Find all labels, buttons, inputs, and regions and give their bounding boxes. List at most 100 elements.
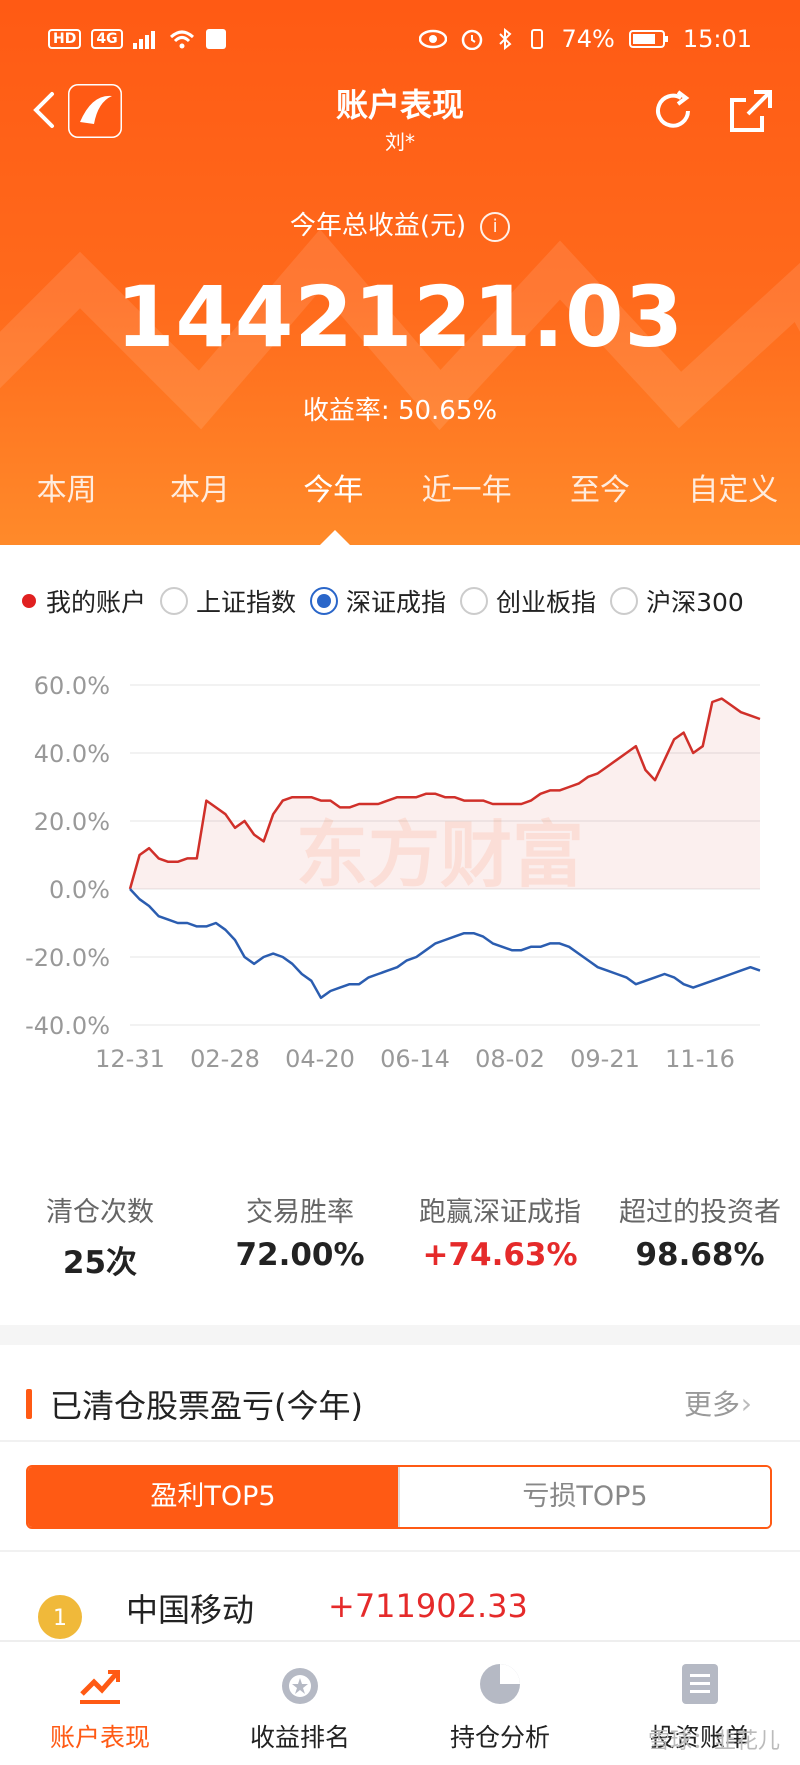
legend-szse[interactable]: 深证成指 — [310, 583, 446, 619]
document-icon — [682, 1664, 718, 1704]
more-link[interactable]: 更多 — [684, 1383, 740, 1423]
nav-profit-ranking[interactable]: 收益排名 — [200, 1642, 400, 1765]
x-tick-label: 08-02 — [475, 1045, 545, 1073]
radio-selected-icon[interactable] — [310, 587, 339, 615]
nav-account-performance[interactable]: 账户表现 — [0, 1642, 200, 1765]
legend-sse-label: 上证指数 — [196, 588, 297, 617]
stat-clearances: 清仓次数 25次 — [0, 1190, 200, 1282]
nav-label: 收益排名 — [249, 1723, 350, 1752]
top5-segmented-control: 盈利TOP5 亏损TOP5 — [26, 1465, 772, 1529]
radio-icon[interactable] — [460, 587, 489, 615]
list-item[interactable]: 1 中国移动 +711902.33 — [0, 1575, 800, 1645]
tab-last-year[interactable]: 近一年 — [400, 465, 533, 525]
x-tick-label: 11-16 — [665, 1045, 735, 1073]
stats-row: 清仓次数 25次 交易胜率 72.00% 跑赢深证成指 +74.63% 超过的投资者 9… — [0, 1190, 800, 1282]
legend-my-account: 我的账户 — [22, 583, 146, 619]
x-tick-label: 04-20 — [285, 1045, 355, 1073]
total-profit-label: 今年总收益(元) i — [0, 205, 800, 242]
tab-month[interactable]: 本月 — [133, 465, 266, 525]
tab-loss-top5[interactable]: 亏损TOP5 — [398, 1467, 770, 1527]
y-tick-label: 40.0% — [34, 740, 110, 768]
legend-csi300[interactable]: 沪深300 — [610, 583, 744, 619]
y-tick-label: 60.0% — [34, 672, 110, 700]
legend-csi300-label: 沪深300 — [646, 588, 744, 617]
battery-percent: 74% — [561, 25, 615, 53]
battery-icon — [628, 30, 668, 48]
y-tick-label: 0.0% — [49, 876, 110, 904]
tab-profit-top5[interactable]: 盈利TOP5 — [28, 1467, 398, 1527]
xueqiu-watermark: 雪球：韭花儿 — [647, 1729, 780, 1754]
active-tab-caret — [320, 530, 350, 545]
pie-chart-icon — [480, 1664, 520, 1704]
red-dot-icon — [22, 594, 36, 608]
x-tick-label: 09-21 — [570, 1045, 640, 1073]
nav-bar: 账户表现 刘* — [0, 72, 800, 154]
medal-icon — [282, 1668, 318, 1704]
divider — [0, 1440, 800, 1442]
bluetooth-icon — [499, 28, 512, 50]
refresh-icon[interactable] — [648, 86, 698, 136]
series-line — [129, 888, 761, 1000]
bottom-nav: 账户表现 收益排名 持仓分析 投资账单 雪球：韭花儿 — [0, 1640, 800, 1765]
divider — [0, 1550, 800, 1552]
total-profit-value: 1442121.03 — [116, 268, 684, 366]
tab-to-date[interactable]: 至今 — [533, 465, 666, 525]
total-profit-label-text: 今年总收益(元) — [289, 211, 467, 241]
return-line-chart: 60.0% 40.0% 20.0% 0.0% -20.0% -40.0% 12-31 02-2… — [25, 672, 761, 1073]
x-tick-label: 12-31 — [95, 1045, 165, 1073]
period-tabs: 本周 本月 今年 近一年 至今 自定义 — [0, 465, 800, 525]
wifi-icon — [169, 30, 194, 49]
header: HD 4G 74% 15:01 账户表现 刘* 今年总收益(元) i 144212… — [0, 0, 800, 545]
series-area-fill — [130, 698, 760, 889]
share-icon[interactable] — [726, 86, 776, 136]
network-icon: 4G — [91, 29, 123, 49]
medal-rank: 1 — [53, 1606, 67, 1631]
y-tick-label: -40.0% — [25, 1012, 110, 1040]
gold-medal-icon: 1 — [38, 1595, 82, 1639]
y-tick-label: 20.0% — [34, 808, 110, 836]
profit-rate-label: 收益率: — [302, 396, 390, 426]
tab-week[interactable]: 本周 — [0, 465, 133, 525]
nav-label: 账户表现 — [49, 1723, 150, 1752]
radio-icon[interactable] — [160, 587, 189, 615]
section-header: 已清仓股票盈亏(今年) 更多 › — [0, 1365, 800, 1435]
stat-value: +74.63% — [422, 1237, 578, 1273]
chevron-right-icon[interactable]: › — [741, 1387, 752, 1420]
vibrate-icon — [531, 29, 544, 49]
stat-label: 跑赢深证成指 — [419, 1197, 581, 1228]
stat-beat-investors: 超过的投资者 98.68% — [600, 1190, 800, 1282]
stat-outperform: 跑赢深证成指 +74.63% — [400, 1190, 600, 1282]
y-tick-label: -20.0% — [25, 944, 110, 972]
legend-chinext[interactable]: 创业板指 — [460, 583, 596, 619]
status-right: 74% 15:01 — [419, 25, 752, 53]
stat-value: 72.00% — [235, 1237, 365, 1273]
legend-sse[interactable]: 上证指数 — [160, 583, 296, 619]
chart-up-icon — [80, 1670, 120, 1704]
legend-chinext-label: 创业板指 — [496, 588, 597, 617]
stat-win-rate: 交易胜率 72.00% — [200, 1190, 400, 1282]
stat-value: 25次 — [62, 1245, 138, 1281]
nav-label: 持仓分析 — [449, 1723, 550, 1752]
tab-year[interactable]: 今年 — [267, 465, 400, 525]
stat-value: 98.68% — [635, 1237, 765, 1273]
status-bar: HD 4G 74% 15:01 — [0, 18, 800, 60]
tab-custom[interactable]: 自定义 — [667, 465, 800, 525]
stat-label: 清仓次数 — [46, 1197, 154, 1228]
nav-holdings-analysis[interactable]: 持仓分析 — [400, 1642, 600, 1765]
stock-profit: +711902.33 — [328, 1587, 528, 1625]
stock-name: 中国移动 — [126, 1591, 255, 1629]
hd-icon: HD — [48, 29, 82, 49]
clock: 15:01 — [682, 25, 752, 53]
section-accent-bar — [26, 1389, 32, 1419]
radio-icon[interactable] — [610, 587, 639, 615]
legend-szse-label: 深证成指 — [346, 588, 447, 617]
profit-rate-value: 50.65% — [397, 396, 498, 426]
info-icon[interactable]: i — [480, 212, 511, 242]
chart-legend: 我的账户 上证指数 深证成指 创业板指 沪深300 — [22, 583, 758, 619]
x-tick-label: 02-28 — [190, 1045, 260, 1073]
stat-label: 超过的投资者 — [619, 1197, 781, 1228]
legend-my-account-label: 我的账户 — [46, 588, 147, 617]
profit-rate: 收益率: 50.65% — [0, 390, 800, 427]
stat-label: 交易胜率 — [246, 1197, 354, 1228]
x-tick-label: 06-14 — [380, 1045, 450, 1073]
